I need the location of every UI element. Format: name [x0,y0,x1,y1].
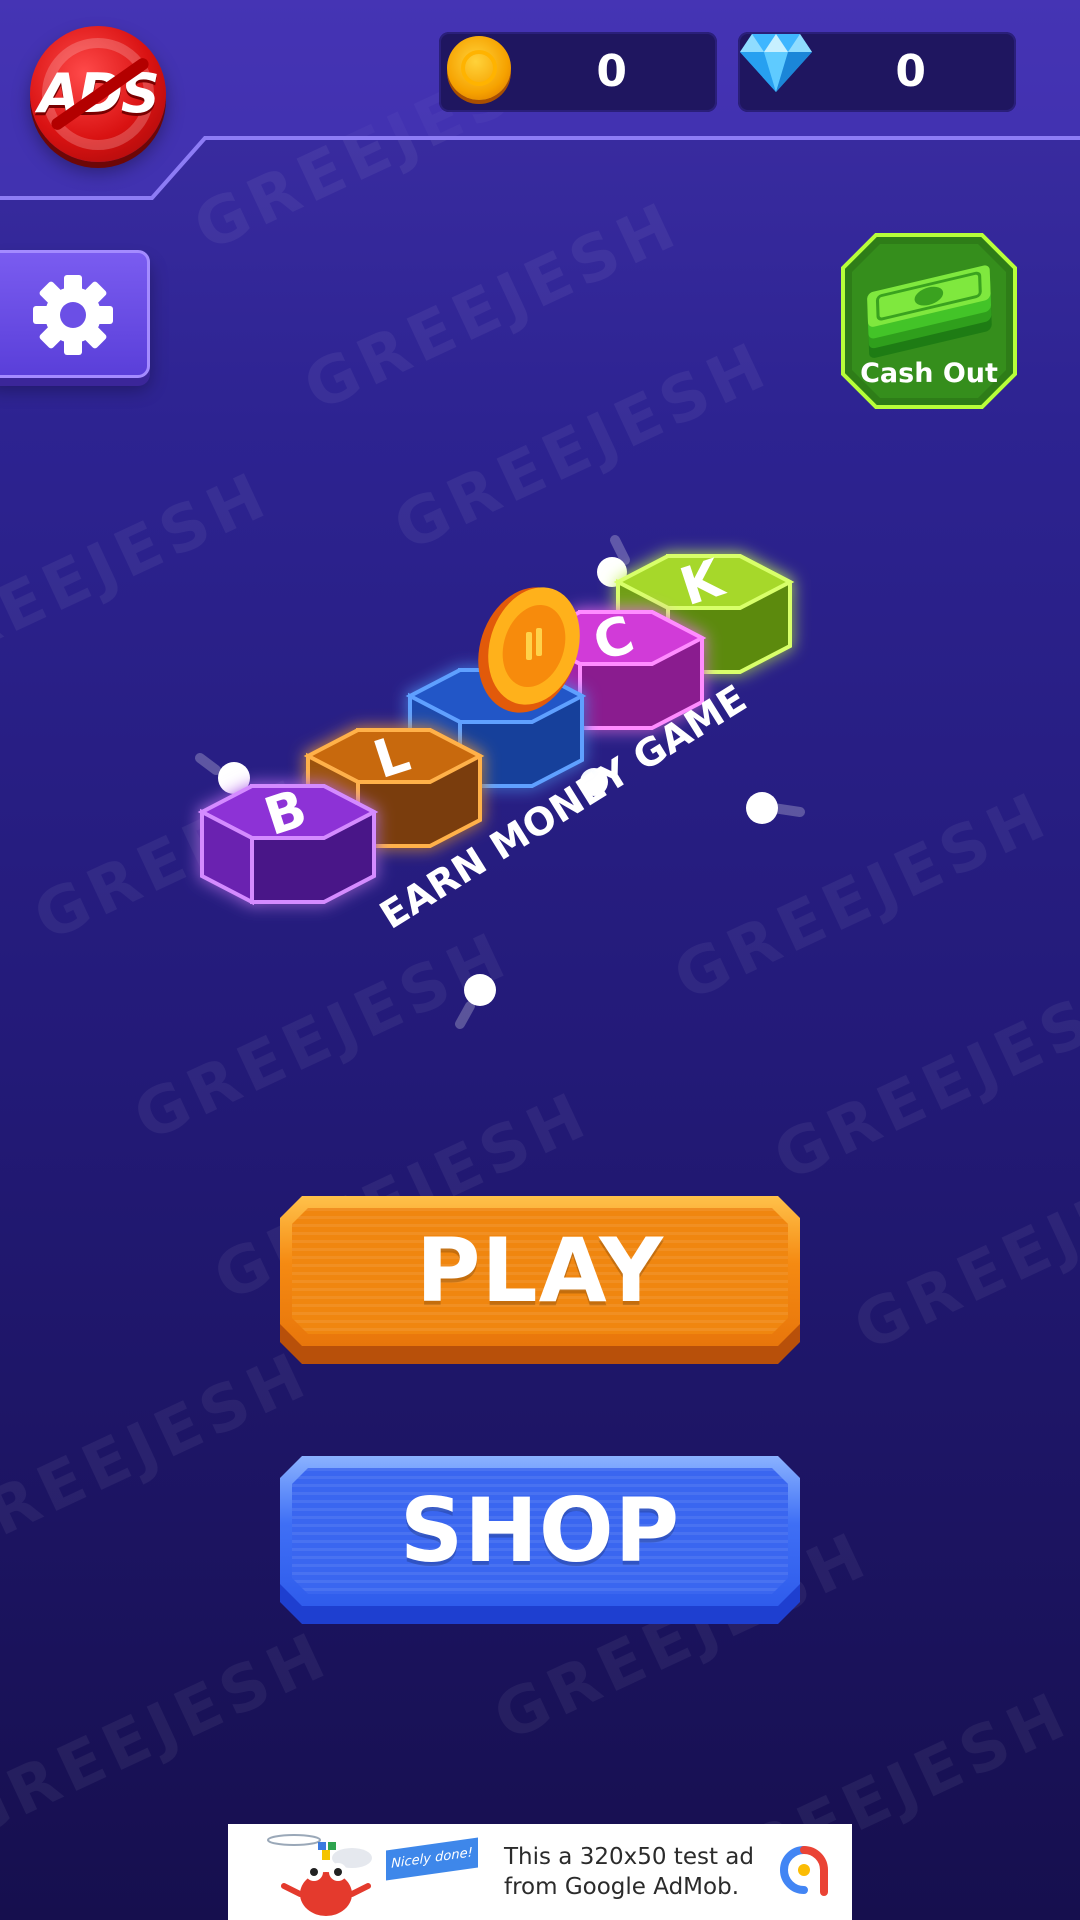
play-button-label: PLAY [416,1219,664,1322]
coin-icon [447,36,511,100]
shop-button[interactable]: SHOP [280,1456,800,1624]
gear-icon [33,275,113,355]
remove-ads-button[interactable]: ADS [30,26,166,162]
shop-button-label: SHOP [399,1479,681,1582]
gem-count: 0 [895,46,926,97]
play-button[interactable]: PLAY [280,1196,800,1364]
cash-out-label: Cash Out [860,358,998,389]
ad-mascot-image [267,1834,372,1916]
settings-button[interactable] [0,250,150,378]
gem-counter: 0 [738,32,1016,112]
money-stack-icon [867,265,992,358]
watermark-text: GREEJESH [293,188,692,426]
watermark-text: GREEJESH [843,1128,1080,1366]
top-bar: ADS 0 0 [0,0,1080,210]
diamond-icon [740,34,812,92]
ad-text: This a 320x50 test ad from Google AdMob. [504,1844,754,1900]
admob-logo-icon [780,1846,828,1896]
coin-counter: 0 [439,32,717,112]
watermark-text: GREEJESH [0,1618,342,1856]
coin-count: 0 [596,46,627,97]
watermark-text: GREEJESH [0,1338,322,1576]
ad-banner[interactable]: Nicely done! This a 320x50 test ad from … [228,1824,852,1920]
cash-out-button[interactable]: Cash Out [840,232,1018,410]
block-earn-money-logo: K C L B EARN MONEY GAME [195,535,805,1029]
ad-tag: Nicely done! [386,1837,478,1881]
